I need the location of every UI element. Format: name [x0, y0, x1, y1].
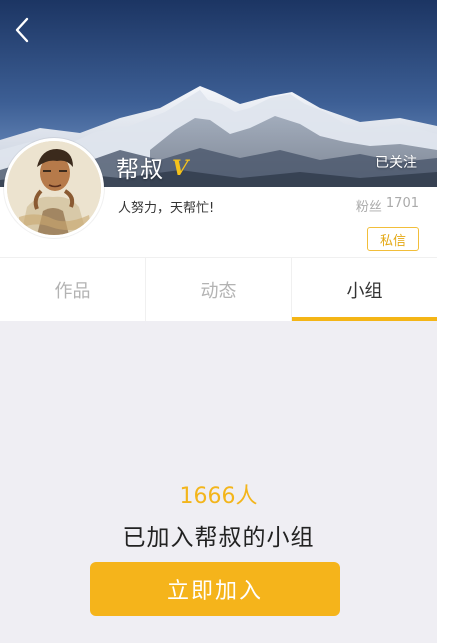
group-caption: 已加入帮叔的小组 [122, 525, 315, 551]
tab-activity[interactable]: 动态 [145, 258, 291, 321]
group-member-count: 1666人 [179, 484, 258, 509]
fans-label: 粉丝 [355, 200, 382, 215]
verified-v-icon: V [172, 154, 189, 180]
profile-name: 帮叔 [116, 157, 164, 183]
tab-works[interactable]: 作品 [0, 258, 145, 321]
profile-tabs: 作品 动态 小组 [0, 257, 437, 321]
profile-name-row: 帮叔 V [116, 150, 188, 184]
avatar-portrait-image [7, 141, 101, 235]
follow-status-button[interactable]: 已关注 [375, 152, 417, 172]
fans-number: 1701 [385, 196, 419, 211]
join-group-button[interactable]: 立即加入 [90, 562, 340, 616]
fans-count: 粉丝 1701 [356, 196, 419, 215]
avatar[interactable] [4, 138, 104, 238]
tab-group[interactable]: 小组 [291, 258, 437, 321]
profile-screen: 帮叔 V 已关注 人努力，天帮忙! 粉丝 1701 私信 作品 动态 小组 16… [0, 0, 437, 643]
profile-bio: 人努力，天帮忙! [118, 201, 215, 216]
chevron-left-icon [15, 17, 29, 43]
back-button[interactable] [8, 12, 38, 48]
private-message-button[interactable]: 私信 [367, 227, 419, 251]
